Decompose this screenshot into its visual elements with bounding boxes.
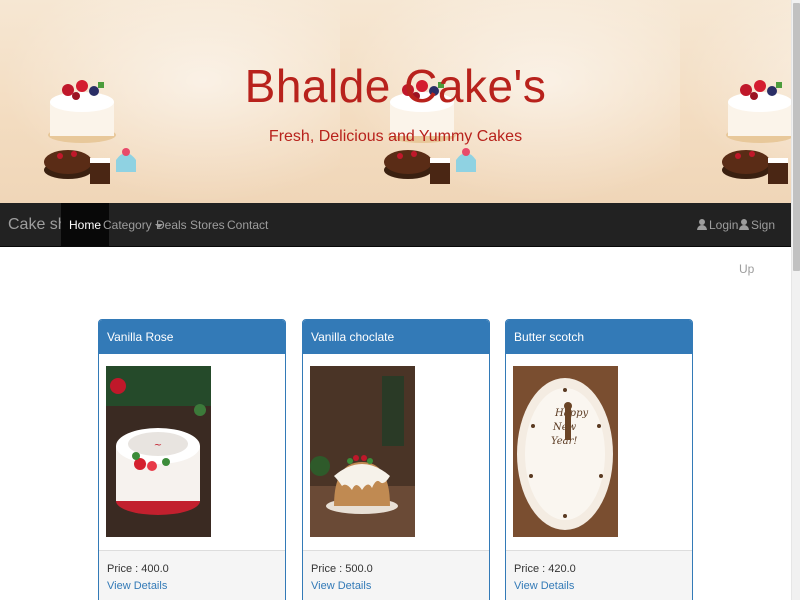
nav-home[interactable]: Home [61,203,110,247]
vertical-scrollbar[interactable] [791,0,800,600]
header-banner: Bhalde Cake's Fresh, Delicious and Yummy… [0,0,791,203]
login-label: Login [709,218,739,232]
user-icon [697,219,707,230]
nav-stores[interactable]: Stores [190,203,225,247]
product-footer: Price : 400.0 View Details [99,550,285,600]
site-title: Bhalde Cake's [244,60,547,112]
product-image[interactable]: ~ [106,366,211,537]
svg-text:New: New [552,422,577,433]
product-price: Price : 420.0 [514,563,576,575]
product-price: Price : 400.0 [107,563,169,575]
main-navbar: Cake shop Home Category Deals Stores Con… [0,203,791,276]
login-link[interactable]: Login [697,203,738,247]
view-details-link[interactable]: View Details [514,578,692,595]
product-footer: Price : 500.0 View Details [303,550,489,600]
nav-deals[interactable]: Deals [156,203,187,247]
product-name: Butter scotch [506,320,692,354]
svg-text:Happy: Happy [554,408,588,419]
product-name: Vanilla Rose [99,320,285,354]
view-details-link[interactable]: View Details [107,578,285,595]
product-price: Price : 500.0 [311,563,373,575]
product-card: Butter scotch Happy New Year! Price : 42… [505,319,693,600]
svg-text:~: ~ [154,440,162,451]
product-card: Vanilla Rose ~ Price : 400.0 View Detail… [98,319,286,600]
product-image[interactable] [310,366,415,537]
scrollbar-thumb[interactable] [793,3,800,271]
product-name: Vanilla choclate [303,320,489,354]
nav-category-label: Category [103,218,152,232]
user-icon [739,219,749,230]
product-image[interactable]: Happy New Year! [513,366,618,537]
nav-contact[interactable]: Contact [227,203,268,247]
view-details-link[interactable]: View Details [311,578,489,595]
nav-category[interactable]: Category [103,203,163,247]
signup-link[interactable]: Sign Up [739,203,791,276]
product-card: Vanilla choclate Price : 500.0 View Deta… [302,319,490,600]
site-tagline: Fresh, Delicious and Yummy Cakes [268,128,523,145]
svg-text:Year!: Year! [551,436,577,447]
product-footer: Price : 420.0 View Details [506,550,692,600]
